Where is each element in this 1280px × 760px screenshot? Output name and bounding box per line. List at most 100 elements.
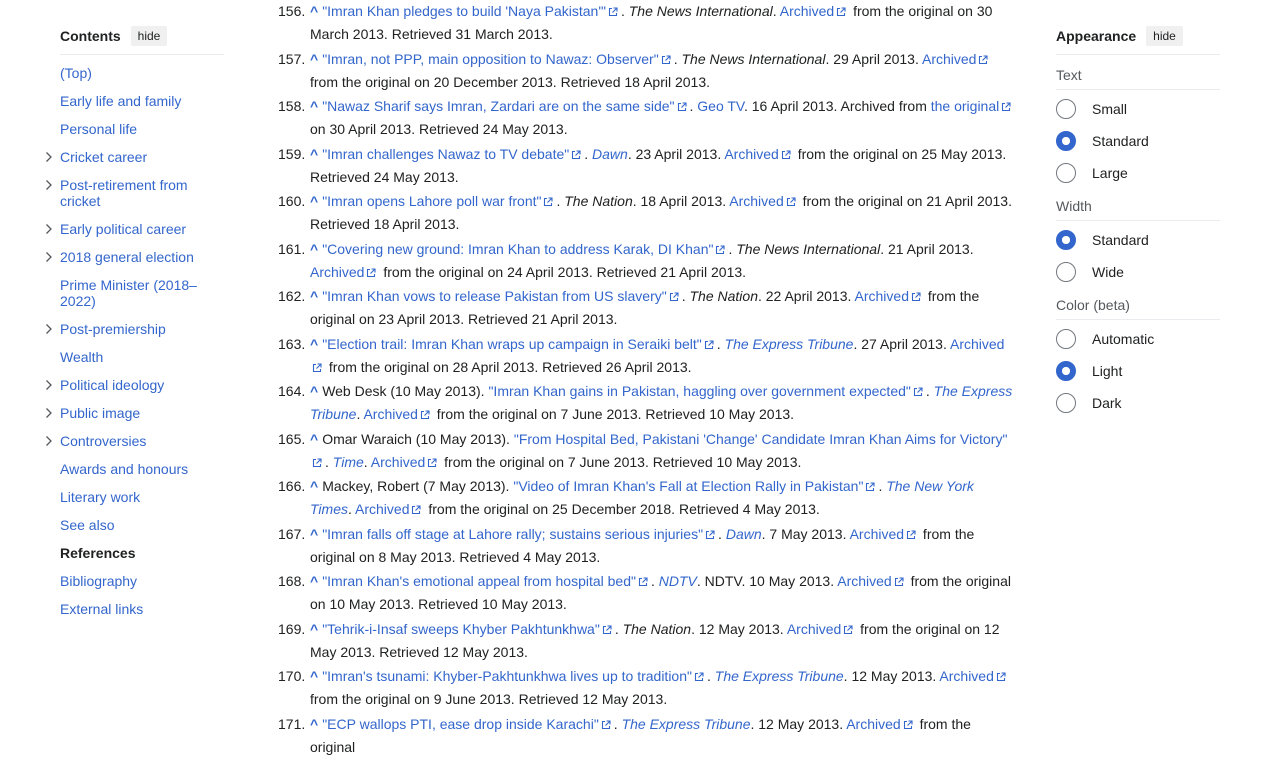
archived-link[interactable]: Archived [850, 526, 904, 542]
toc-item[interactable]: Controversies [46, 433, 224, 449]
citation-link[interactable]: "Imran Khan vows to release Pakistan fro… [322, 288, 667, 304]
archived-link[interactable]: Archived [787, 621, 841, 637]
chevron-right-icon[interactable] [43, 221, 55, 237]
archived-link[interactable]: Archived [355, 501, 409, 517]
archived-link[interactable]: Archived [846, 716, 900, 732]
backlink-caret[interactable]: ^ [310, 716, 318, 732]
backlink-caret[interactable]: ^ [310, 146, 318, 162]
chevron-right-icon[interactable] [43, 321, 55, 337]
citation-link[interactable]: "From Hospital Bed, Pakistani 'Change' C… [514, 431, 1008, 447]
chevron-right-icon[interactable] [43, 433, 55, 449]
backlink-caret[interactable]: ^ [310, 526, 318, 542]
citation-link[interactable]: "Imran opens Lahore poll war front" [322, 193, 541, 209]
citation-link[interactable]: "ECP wallops PTI, ease drop inside Karac… [322, 716, 599, 732]
citation-link[interactable]: "Imran's tsunami: Khyber-Pakhtunkhwa liv… [322, 668, 692, 684]
toc-item[interactable]: (Top) [60, 65, 224, 81]
radio-option-width-wide[interactable]: Wide [1056, 261, 1220, 283]
archived-link[interactable]: Archived [724, 146, 778, 162]
toc-item[interactable]: Cricket career [46, 149, 224, 165]
toc-item[interactable]: Early life and family [60, 93, 224, 109]
citation-link[interactable]: "Nawaz Sharif says Imran, Zardari are on… [322, 98, 674, 114]
radio-button[interactable] [1056, 99, 1076, 119]
radio-option-color-dark[interactable]: Dark [1056, 392, 1220, 414]
archived-link[interactable]: Archived [837, 573, 891, 589]
chevron-right-icon[interactable] [43, 377, 55, 393]
publication-link[interactable]: The Express Tribune [622, 716, 751, 732]
appearance-hide-button[interactable]: hide [1146, 26, 1183, 46]
archived-link[interactable]: Archived [371, 454, 425, 470]
backlink-caret[interactable]: ^ [310, 573, 318, 589]
toc-hide-button[interactable]: hide [130, 26, 168, 46]
radio-option-text-large[interactable]: Large [1056, 162, 1220, 184]
backlink-caret[interactable]: ^ [310, 431, 318, 447]
toc-item[interactable]: Prime Minister (2018–2022) [60, 277, 224, 309]
radio-option-text-small[interactable]: Small [1056, 98, 1220, 120]
publication-link[interactable]: Dawn [726, 526, 762, 542]
backlink-caret[interactable]: ^ [310, 336, 318, 352]
radio-button[interactable] [1056, 163, 1076, 183]
radio-option-color-automatic[interactable]: Automatic [1056, 328, 1220, 350]
publication-link[interactable]: The Express Tribune [725, 336, 854, 352]
chevron-right-icon[interactable] [43, 405, 55, 421]
publication-link[interactable]: Time [333, 454, 364, 470]
toc-item[interactable]: Public image [46, 405, 224, 421]
backlink-caret[interactable]: ^ [310, 478, 318, 494]
toc-item[interactable]: Wealth [60, 349, 224, 365]
backlink-caret[interactable]: ^ [310, 668, 318, 684]
citation-link[interactable]: "Imran Khan's emotional appeal from hosp… [322, 573, 636, 589]
radio-button[interactable] [1056, 131, 1076, 151]
backlink-caret[interactable]: ^ [310, 98, 318, 114]
toc-item[interactable]: External links [60, 601, 224, 617]
archived-link[interactable]: Archived [310, 264, 364, 280]
citation-link[interactable]: "Election trail: Imran Khan wraps up cam… [322, 336, 702, 352]
publication-link[interactable]: The Express Tribune [715, 668, 844, 684]
backlink-caret[interactable]: ^ [310, 621, 318, 637]
toc-item[interactable]: Post-premiership [46, 321, 224, 337]
citation-link[interactable]: "Tehrik-i-Insaf sweeps Khyber Pakhtunkhw… [322, 621, 600, 637]
citation-link[interactable]: "Imran Khan gains in Pakistan, haggling … [488, 383, 910, 399]
citation-link[interactable]: "Imran challenges Nawaz to TV debate" [322, 146, 569, 162]
toc-item[interactable]: Personal life [60, 121, 224, 137]
archived-link[interactable]: Archived [363, 406, 417, 422]
toc-item[interactable]: 2018 general election [46, 249, 224, 265]
radio-option-text-standard[interactable]: Standard [1056, 130, 1220, 152]
citation-link[interactable]: "Imran Khan pledges to build 'Naya Pakis… [322, 3, 606, 19]
archived-link[interactable]: Archived [855, 288, 909, 304]
citation-link[interactable]: the original [931, 98, 1000, 114]
radio-option-color-light[interactable]: Light [1056, 360, 1220, 382]
toc-item[interactable]: Awards and honours [60, 461, 224, 477]
backlink-caret[interactable]: ^ [310, 288, 318, 304]
toc-item[interactable]: Post-retirement from cricket [46, 177, 224, 209]
archived-link[interactable]: Archived [780, 3, 834, 19]
publication-link[interactable]: NDTV [659, 573, 697, 589]
citation-link[interactable]: Geo TV [697, 98, 744, 114]
radio-option-width-standard[interactable]: Standard [1056, 229, 1220, 251]
backlink-caret[interactable]: ^ [310, 383, 318, 399]
radio-button[interactable] [1056, 329, 1076, 349]
publication-link[interactable]: Dawn [592, 146, 628, 162]
toc-item[interactable]: References [60, 545, 224, 561]
chevron-right-icon[interactable] [43, 177, 55, 193]
backlink-caret[interactable]: ^ [310, 3, 318, 19]
chevron-right-icon[interactable] [43, 149, 55, 165]
toc-item[interactable]: Literary work [60, 489, 224, 505]
backlink-caret[interactable]: ^ [310, 193, 318, 209]
citation-link[interactable]: "Imran falls off stage at Lahore rally; … [322, 526, 703, 542]
citation-link[interactable]: "Imran, not PPP, main opposition to Nawa… [322, 51, 659, 67]
archived-link[interactable]: Archived [939, 668, 993, 684]
radio-button[interactable] [1056, 361, 1076, 381]
toc-item[interactable]: Early political career [46, 221, 224, 237]
archived-link[interactable]: Archived [729, 193, 783, 209]
backlink-caret[interactable]: ^ [310, 51, 318, 67]
backlink-caret[interactable]: ^ [310, 241, 318, 257]
toc-item[interactable]: See also [60, 517, 224, 533]
radio-button[interactable] [1056, 262, 1076, 282]
citation-link[interactable]: "Covering new ground: Imran Khan to addr… [322, 241, 713, 257]
archived-link[interactable]: Archived [922, 51, 976, 67]
citation-link[interactable]: "Video of Imran Khan's Fall at Election … [513, 478, 863, 494]
toc-item[interactable]: Bibliography [60, 573, 224, 589]
archived-link[interactable]: Archived [950, 336, 1004, 352]
radio-button[interactable] [1056, 230, 1076, 250]
toc-item[interactable]: Political ideology [46, 377, 224, 393]
radio-button[interactable] [1056, 393, 1076, 413]
